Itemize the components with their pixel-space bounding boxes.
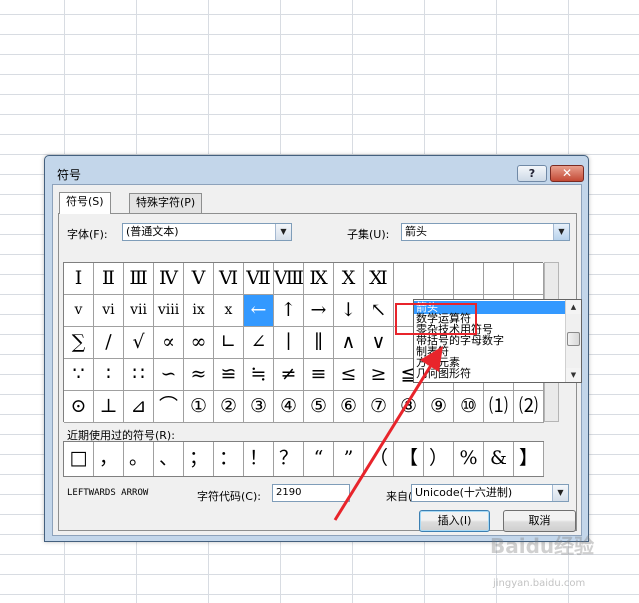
annotation-arrow (333, 346, 443, 521)
watermark-logo: Baidu经验 (490, 534, 595, 558)
watermark-url: jingyan.baidu.com (493, 578, 586, 589)
